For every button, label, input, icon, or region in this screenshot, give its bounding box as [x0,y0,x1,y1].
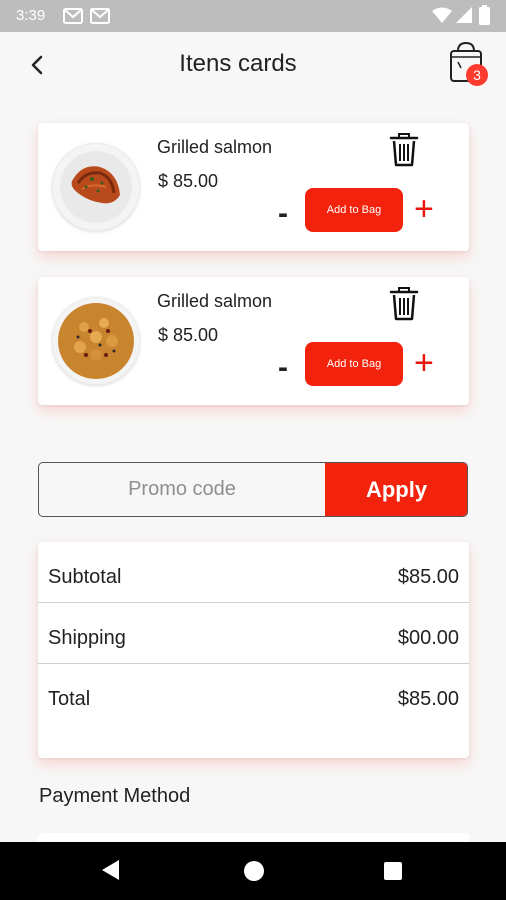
cart-count-badge: 3 [466,64,488,86]
apply-promo-button[interactable]: Apply [325,463,467,516]
pasta-image [52,297,140,385]
item-name: Grilled salmon [157,137,273,157]
order-summary-card: Subtotal $85.00 Shipping $00.00 Total $8… [38,542,469,758]
system-nav-bar [0,842,506,900]
cart-item-card: Grilled salmon $ 85.00 - Add to Bag + [38,277,469,405]
app-bar: Itens cards 3 [0,32,506,100]
trash-icon [389,287,419,321]
status-bar: 3:39 [0,0,506,32]
cart-item-card: Grilled salmon $ 85.00 - Add to Bag + [38,123,469,251]
promo-code-box: Apply [38,462,468,517]
status-time: 3:39 [16,7,46,24]
add-to-bag-button[interactable]: Add to Bag [305,188,403,232]
nav-recents-icon[interactable] [384,862,402,880]
total-label: Total [48,688,91,710]
page-title: Itens cards [179,50,297,77]
shipping-row: Shipping $00.00 [38,603,469,664]
cellular-signal-icon [456,7,472,23]
subtotal-row: Subtotal $85.00 [38,542,469,603]
total-row: Total $85.00 [38,664,469,725]
increase-quantity-button[interactable]: + [414,189,434,229]
grilled-salmon-image [52,143,140,231]
delete-item-button[interactable] [389,133,423,169]
gmail-icon [63,8,83,24]
item-price: $ 85.00 [158,325,219,345]
decrease-quantity-button[interactable]: - [278,197,288,231]
increase-quantity-button[interactable]: + [414,343,434,383]
promo-code-input[interactable] [39,463,325,516]
decrease-quantity-button[interactable]: - [278,351,288,385]
total-value: $85.00 [397,688,459,710]
nav-back-icon[interactable] [102,860,119,880]
battery-icon [479,5,490,25]
delete-item-button[interactable] [389,287,423,323]
subtotal-label: Subtotal [48,566,122,588]
subtotal-value: $85.00 [397,566,459,588]
gmail-icon [90,8,110,24]
payment-method-heading: Payment Method [39,785,191,807]
nav-home-icon[interactable] [244,861,264,881]
item-price: $ 85.00 [158,171,219,191]
item-name: Grilled salmon [157,291,273,311]
add-to-bag-button[interactable]: Add to Bag [305,342,403,386]
shipping-value: $00.00 [397,627,459,649]
trash-icon [389,133,419,167]
cart-button[interactable]: 3 [448,42,488,86]
wifi-icon [432,7,452,23]
shipping-label: Shipping [48,627,126,649]
